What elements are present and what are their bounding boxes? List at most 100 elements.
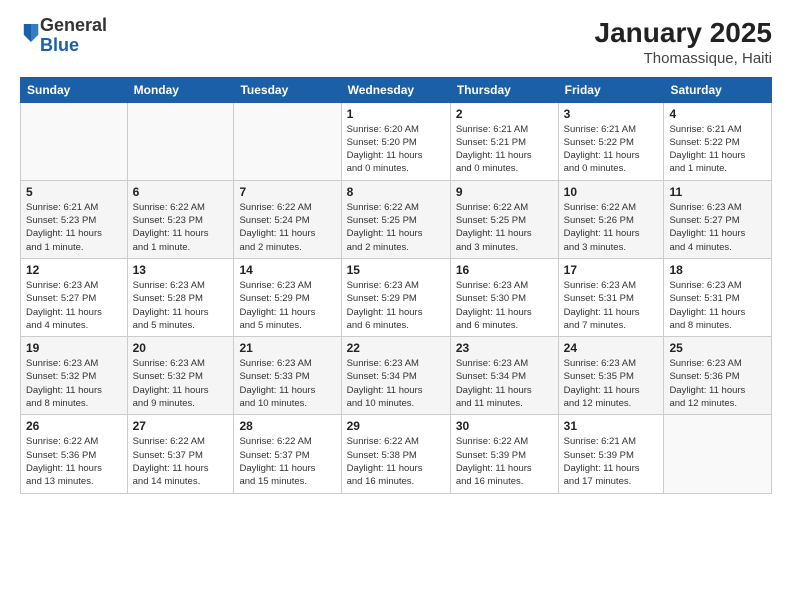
day-detail: Sunrise: 6:21 AMSunset: 5:39 PMDaylight:… [564, 435, 659, 488]
calendar-cell: 24Sunrise: 6:23 AMSunset: 5:35 PMDayligh… [558, 337, 664, 415]
day-number: 22 [347, 341, 445, 355]
day-number: 20 [133, 341, 229, 355]
day-detail: Sunrise: 6:23 AMSunset: 5:36 PMDaylight:… [669, 357, 766, 410]
day-detail: Sunrise: 6:21 AMSunset: 5:22 PMDaylight:… [669, 123, 766, 176]
header-day-monday: Monday [127, 77, 234, 102]
header-day-tuesday: Tuesday [234, 77, 341, 102]
day-number: 4 [669, 107, 766, 121]
calendar-cell: 18Sunrise: 6:23 AMSunset: 5:31 PMDayligh… [664, 258, 772, 336]
day-number: 9 [456, 185, 553, 199]
day-detail: Sunrise: 6:20 AMSunset: 5:20 PMDaylight:… [347, 123, 445, 176]
logo-blue-text: Blue [40, 35, 79, 55]
calendar-cell: 3 Sunrise: 6:21 AMSunset: 5:22 PMDaylight… [558, 102, 664, 180]
day-detail: Sunrise: 6:22 AMSunset: 5:23 PMDaylight:… [133, 201, 229, 254]
day-number: 13 [133, 263, 229, 277]
day-detail: Sunrise: 6:23 AMSunset: 5:29 PMDaylight:… [239, 279, 335, 332]
day-number: 27 [133, 419, 229, 433]
day-number: 2 [456, 107, 553, 121]
day-detail: Sunrise: 6:22 AMSunset: 5:38 PMDaylight:… [347, 435, 445, 488]
day-number: 31 [564, 419, 659, 433]
calendar-cell: 22 Sunrise: 6:23 AMSunset: 5:34 PMDayligh… [341, 337, 450, 415]
day-detail: Sunrise: 6:21 AMSunset: 5:21 PMDaylight:… [456, 123, 553, 176]
day-detail: Sunrise: 6:22 AMSunset: 5:26 PMDaylight:… [564, 201, 659, 254]
calendar-cell: 29 Sunrise: 6:22 AMSunset: 5:38 PMDayligh… [341, 415, 450, 493]
day-number: 5 [26, 185, 122, 199]
logo-icon [22, 22, 40, 44]
logo: General Blue [20, 16, 107, 56]
calendar-cell: 11 Sunrise: 6:23 AMSunset: 5:27 PMDayligh… [664, 180, 772, 258]
day-detail: Sunrise: 6:22 AMSunset: 5:36 PMDaylight:… [26, 435, 122, 488]
day-detail: Sunrise: 6:22 AMSunset: 5:25 PMDaylight:… [347, 201, 445, 254]
header-day-wednesday: Wednesday [341, 77, 450, 102]
day-number: 11 [669, 185, 766, 199]
day-detail: Sunrise: 6:22 AMSunset: 5:39 PMDaylight:… [456, 435, 553, 488]
day-number: 28 [239, 419, 335, 433]
day-number: 17 [564, 263, 659, 277]
calendar-cell: 16 Sunrise: 6:23 AMSunset: 5:30 PMDayligh… [450, 258, 558, 336]
day-detail: Sunrise: 6:23 AMSunset: 5:28 PMDaylight:… [133, 279, 229, 332]
day-detail: Sunrise: 6:23 AMSunset: 5:35 PMDaylight:… [564, 357, 659, 410]
calendar-cell: 8 Sunrise: 6:22 AMSunset: 5:25 PMDaylight… [341, 180, 450, 258]
calendar-cell: 14 Sunrise: 6:23 AMSunset: 5:29 PMDayligh… [234, 258, 341, 336]
day-detail: Sunrise: 6:22 AMSunset: 5:25 PMDaylight:… [456, 201, 553, 254]
calendar-cell: 25 Sunrise: 6:23 AMSunset: 5:36 PMDayligh… [664, 337, 772, 415]
calendar-cell: 26 Sunrise: 6:22 AMSunset: 5:36 PMDayligh… [21, 415, 128, 493]
day-detail: Sunrise: 6:23 AMSunset: 5:29 PMDaylight:… [347, 279, 445, 332]
day-detail: Sunrise: 6:23 AMSunset: 5:32 PMDaylight:… [133, 357, 229, 410]
header-day-thursday: Thursday [450, 77, 558, 102]
calendar-cell: 20 Sunrise: 6:23 AMSunset: 5:32 PMDayligh… [127, 337, 234, 415]
calendar-cell: 7 Sunrise: 6:22 AMSunset: 5:24 PMDaylight… [234, 180, 341, 258]
day-detail: Sunrise: 6:23 AMSunset: 5:32 PMDaylight:… [26, 357, 122, 410]
logo-general-text: General [40, 15, 107, 35]
day-number: 26 [26, 419, 122, 433]
calendar-table: SundayMondayTuesdayWednesdayThursdayFrid… [20, 77, 772, 494]
day-detail: Sunrise: 6:23 AMSunset: 5:34 PMDaylight:… [456, 357, 553, 410]
calendar-cell: 15 Sunrise: 6:23 AMSunset: 5:29 PMDayligh… [341, 258, 450, 336]
day-detail: Sunrise: 6:23 AMSunset: 5:34 PMDaylight:… [347, 357, 445, 410]
calendar-cell: 12Sunrise: 6:23 AMSunset: 5:27 PMDayligh… [21, 258, 128, 336]
header-day-sunday: Sunday [21, 77, 128, 102]
calendar-cell: 19Sunrise: 6:23 AMSunset: 5:32 PMDayligh… [21, 337, 128, 415]
day-detail: Sunrise: 6:22 AMSunset: 5:24 PMDaylight:… [239, 201, 335, 254]
day-number: 1 [347, 107, 445, 121]
day-number: 3 [564, 107, 659, 121]
day-number: 12 [26, 263, 122, 277]
day-detail: Sunrise: 6:23 AMSunset: 5:30 PMDaylight:… [456, 279, 553, 332]
calendar-cell: 4 Sunrise: 6:21 AMSunset: 5:22 PMDaylight… [664, 102, 772, 180]
calendar-cell: 13 Sunrise: 6:23 AMSunset: 5:28 PMDayligh… [127, 258, 234, 336]
day-number: 15 [347, 263, 445, 277]
day-number: 29 [347, 419, 445, 433]
day-detail: Sunrise: 6:22 AMSunset: 5:37 PMDaylight:… [239, 435, 335, 488]
day-detail: Sunrise: 6:23 AMSunset: 5:33 PMDaylight:… [239, 357, 335, 410]
day-detail: Sunrise: 6:21 AMSunset: 5:23 PMDaylight:… [26, 201, 122, 254]
day-detail: Sunrise: 6:23 AMSunset: 5:27 PMDaylight:… [669, 201, 766, 254]
day-number: 25 [669, 341, 766, 355]
calendar-cell [664, 415, 772, 493]
day-number: 30 [456, 419, 553, 433]
header-day-friday: Friday [558, 77, 664, 102]
calendar-cell: 5 Sunrise: 6:21 AMSunset: 5:23 PMDaylight… [21, 180, 128, 258]
calendar-cell: 10Sunrise: 6:22 AMSunset: 5:26 PMDayligh… [558, 180, 664, 258]
day-detail: Sunrise: 6:23 AMSunset: 5:31 PMDaylight:… [564, 279, 659, 332]
calendar-cell: 21 Sunrise: 6:23 AMSunset: 5:33 PMDayligh… [234, 337, 341, 415]
day-number: 6 [133, 185, 229, 199]
calendar-cell [234, 102, 341, 180]
day-number: 16 [456, 263, 553, 277]
header-day-saturday: Saturday [664, 77, 772, 102]
day-number: 7 [239, 185, 335, 199]
day-number: 21 [239, 341, 335, 355]
day-number: 14 [239, 263, 335, 277]
calendar-cell: 28 Sunrise: 6:22 AMSunset: 5:37 PMDayligh… [234, 415, 341, 493]
calendar-header-row: SundayMondayTuesdayWednesdayThursdayFrid… [21, 77, 772, 102]
day-number: 8 [347, 185, 445, 199]
calendar-title: January 2025 [595, 16, 772, 50]
calendar-cell [21, 102, 128, 180]
title-block: January 2025 Thomassique, Haiti [595, 16, 772, 67]
day-detail: Sunrise: 6:22 AMSunset: 5:37 PMDaylight:… [133, 435, 229, 488]
day-detail: Sunrise: 6:21 AMSunset: 5:22 PMDaylight:… [564, 123, 659, 176]
calendar-cell [127, 102, 234, 180]
calendar-subtitle: Thomassique, Haiti [595, 50, 772, 67]
calendar-cell: 2 Sunrise: 6:21 AMSunset: 5:21 PMDaylight… [450, 102, 558, 180]
calendar-cell: 31 Sunrise: 6:21 AMSunset: 5:39 PMDayligh… [558, 415, 664, 493]
calendar-cell: 23Sunrise: 6:23 AMSunset: 5:34 PMDayligh… [450, 337, 558, 415]
